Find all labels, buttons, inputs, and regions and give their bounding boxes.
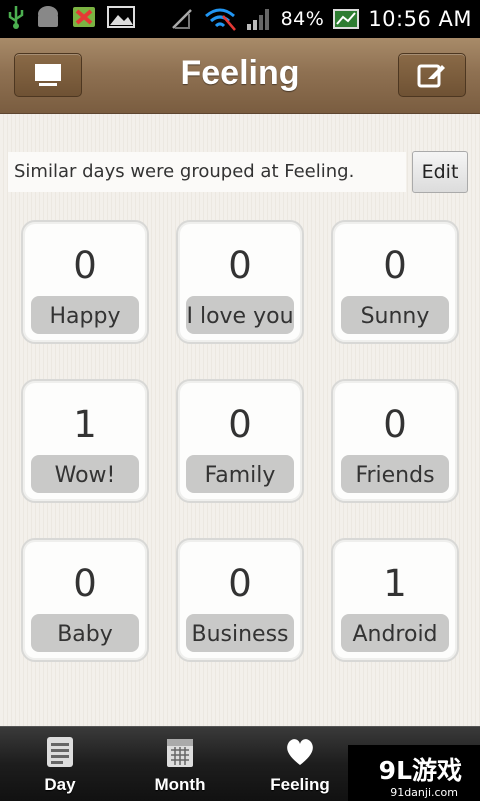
feeling-cell-happy[interactable]: 0 Happy — [21, 220, 149, 344]
feeling-label: Wow! — [31, 455, 139, 493]
app-header: Feeling — [0, 38, 480, 114]
clock: 10:56 AM — [368, 7, 472, 31]
feeling-cell-business[interactable]: 0 Business — [176, 538, 304, 662]
feeling-count: 0 — [228, 244, 252, 287]
wifi-icon — [204, 8, 236, 31]
tab-feeling[interactable]: Feeling — [245, 733, 355, 797]
feeling-label: Android — [341, 614, 449, 652]
battery-percent: 84% — [280, 8, 325, 30]
info-text: Similar days were grouped at Feeling. — [8, 152, 406, 192]
feeling-count: 0 — [383, 403, 407, 446]
feeling-count: 0 — [228, 403, 252, 446]
image-icon — [107, 6, 135, 28]
edit-icon — [417, 64, 445, 88]
feeling-label: Business — [186, 614, 294, 652]
tab-day[interactable]: Day — [5, 733, 115, 797]
android-icon — [38, 6, 58, 27]
feeling-content: Similar days were grouped at Feeling. Ed… — [0, 114, 480, 726]
edit-button[interactable]: Edit — [412, 151, 468, 193]
feeling-cell-wow[interactable]: 1 Wow! — [21, 379, 149, 503]
tab-month[interactable]: Month — [125, 733, 235, 797]
signal-icon — [246, 9, 269, 30]
watermark-text: 9L游戏 — [378, 756, 462, 785]
feeling-label: I love you — [186, 296, 294, 334]
feeling-count: 0 — [383, 244, 407, 287]
feeling-label: Sunny — [341, 296, 449, 334]
feeling-label: Baby — [31, 614, 139, 652]
feeling-label: Happy — [31, 296, 139, 334]
feeling-cell-android[interactable]: 1 Android — [331, 538, 459, 662]
screenshot-icon — [333, 9, 360, 29]
tab-label: Day — [44, 775, 76, 794]
bottom-tab-bar: Day Month Feeling 9L游戏 91danji.com — [0, 726, 480, 801]
feeling-count: 0 — [228, 562, 252, 605]
feeling-count: 0 — [73, 244, 97, 287]
sd-card-error-icon — [73, 7, 95, 27]
feeling-cell-friends[interactable]: 0 Friends — [331, 379, 459, 503]
feeling-count: 0 — [73, 562, 97, 605]
tab-label: Feeling — [270, 775, 330, 794]
feeling-cell-sunny[interactable]: 0 Sunny — [331, 220, 459, 344]
feeling-cell-baby[interactable]: 0 Baby — [21, 538, 149, 662]
feeling-cell-family[interactable]: 0 Family — [176, 379, 304, 503]
feeling-count: 1 — [383, 562, 407, 605]
info-row: Similar days were grouped at Feeling. Ed… — [8, 151, 468, 193]
compose-button[interactable] — [398, 53, 466, 97]
heart-icon — [287, 739, 313, 765]
feeling-cell-i-love-you[interactable]: 0 I love you — [176, 220, 304, 344]
status-bar: 84% 10:56 AM — [0, 0, 480, 38]
list-icon — [47, 737, 73, 767]
feeling-count: 1 — [73, 403, 97, 446]
feeling-label: Family — [186, 455, 294, 493]
feeling-label: Friends — [341, 455, 449, 493]
no-signal-icon — [171, 9, 192, 29]
tab-label: Month — [154, 775, 206, 794]
watermark-url: 91danji.com — [390, 786, 458, 799]
watermark: 9L游戏 91danji.com — [348, 745, 480, 801]
usb-icon — [8, 6, 24, 29]
calendar-icon — [167, 739, 193, 767]
